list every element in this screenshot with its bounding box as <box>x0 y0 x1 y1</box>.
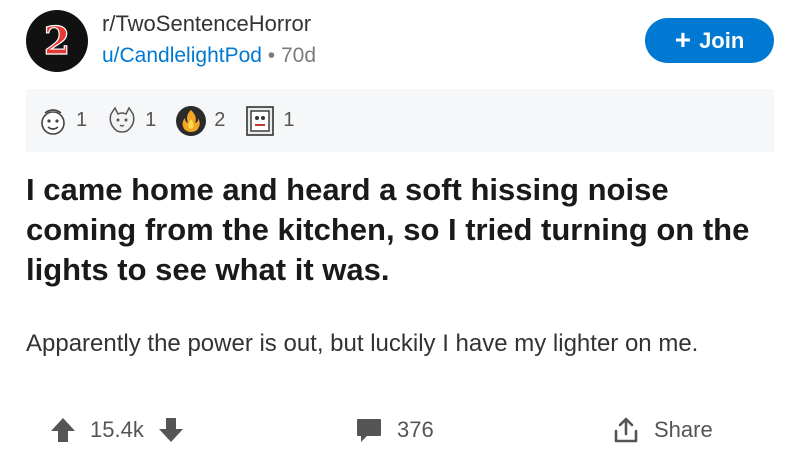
post-title[interactable]: I came home and heard a soft hissing noi… <box>26 170 776 290</box>
award-count: 2 <box>214 109 226 131</box>
comment-bubble-icon <box>357 419 381 442</box>
join-button[interactable]: + Join <box>645 18 774 63</box>
post-meta: u/CandlelightPod • 70d <box>102 44 316 68</box>
post-actions: 15.4k 376 Share <box>0 410 800 460</box>
award-count: 1 <box>283 109 295 131</box>
comment-count: 376 <box>397 417 434 442</box>
subreddit-avatar[interactable]: 2 <box>26 10 88 72</box>
award-item[interactable]: 2 <box>174 104 225 138</box>
award-count: 1 <box>76 109 88 131</box>
face-award-icon <box>41 108 65 135</box>
award-item[interactable]: 1 <box>36 104 87 138</box>
share-icon <box>614 417 638 443</box>
downvote-arrow-icon[interactable] <box>158 416 184 444</box>
author-link[interactable]: u/CandlelightPod <box>102 44 262 67</box>
vote-score: 15.4k <box>90 417 144 442</box>
share-button[interactable]: Share <box>612 416 713 444</box>
award-count: 1 <box>145 109 157 131</box>
vote-controls: 15.4k <box>50 416 184 444</box>
share-label: Share <box>654 417 713 442</box>
upvote-arrow-icon[interactable] <box>50 416 76 444</box>
awards-bar: 1 1 2 1 <box>26 89 774 152</box>
post-header: 2 r/TwoSentenceHorror u/CandlelightPod •… <box>0 0 800 86</box>
subreddit-avatar-glyph: 2 <box>43 18 71 63</box>
cat-award-icon <box>109 106 135 133</box>
join-label: Join <box>699 27 745 53</box>
plus-icon: + <box>674 23 692 55</box>
subreddit-name[interactable]: r/TwoSentenceHorror <box>102 11 311 37</box>
door-award-icon <box>246 105 275 136</box>
comments-button[interactable]: 376 <box>355 416 434 444</box>
award-item[interactable]: 1 <box>105 104 156 138</box>
fire-award-icon <box>176 105 207 136</box>
award-item[interactable]: 1 <box>243 104 295 138</box>
meta-separator: • <box>267 44 276 67</box>
post-body: Apparently the power is out, but luckily… <box>26 330 699 357</box>
post-age: 70d <box>281 44 317 67</box>
